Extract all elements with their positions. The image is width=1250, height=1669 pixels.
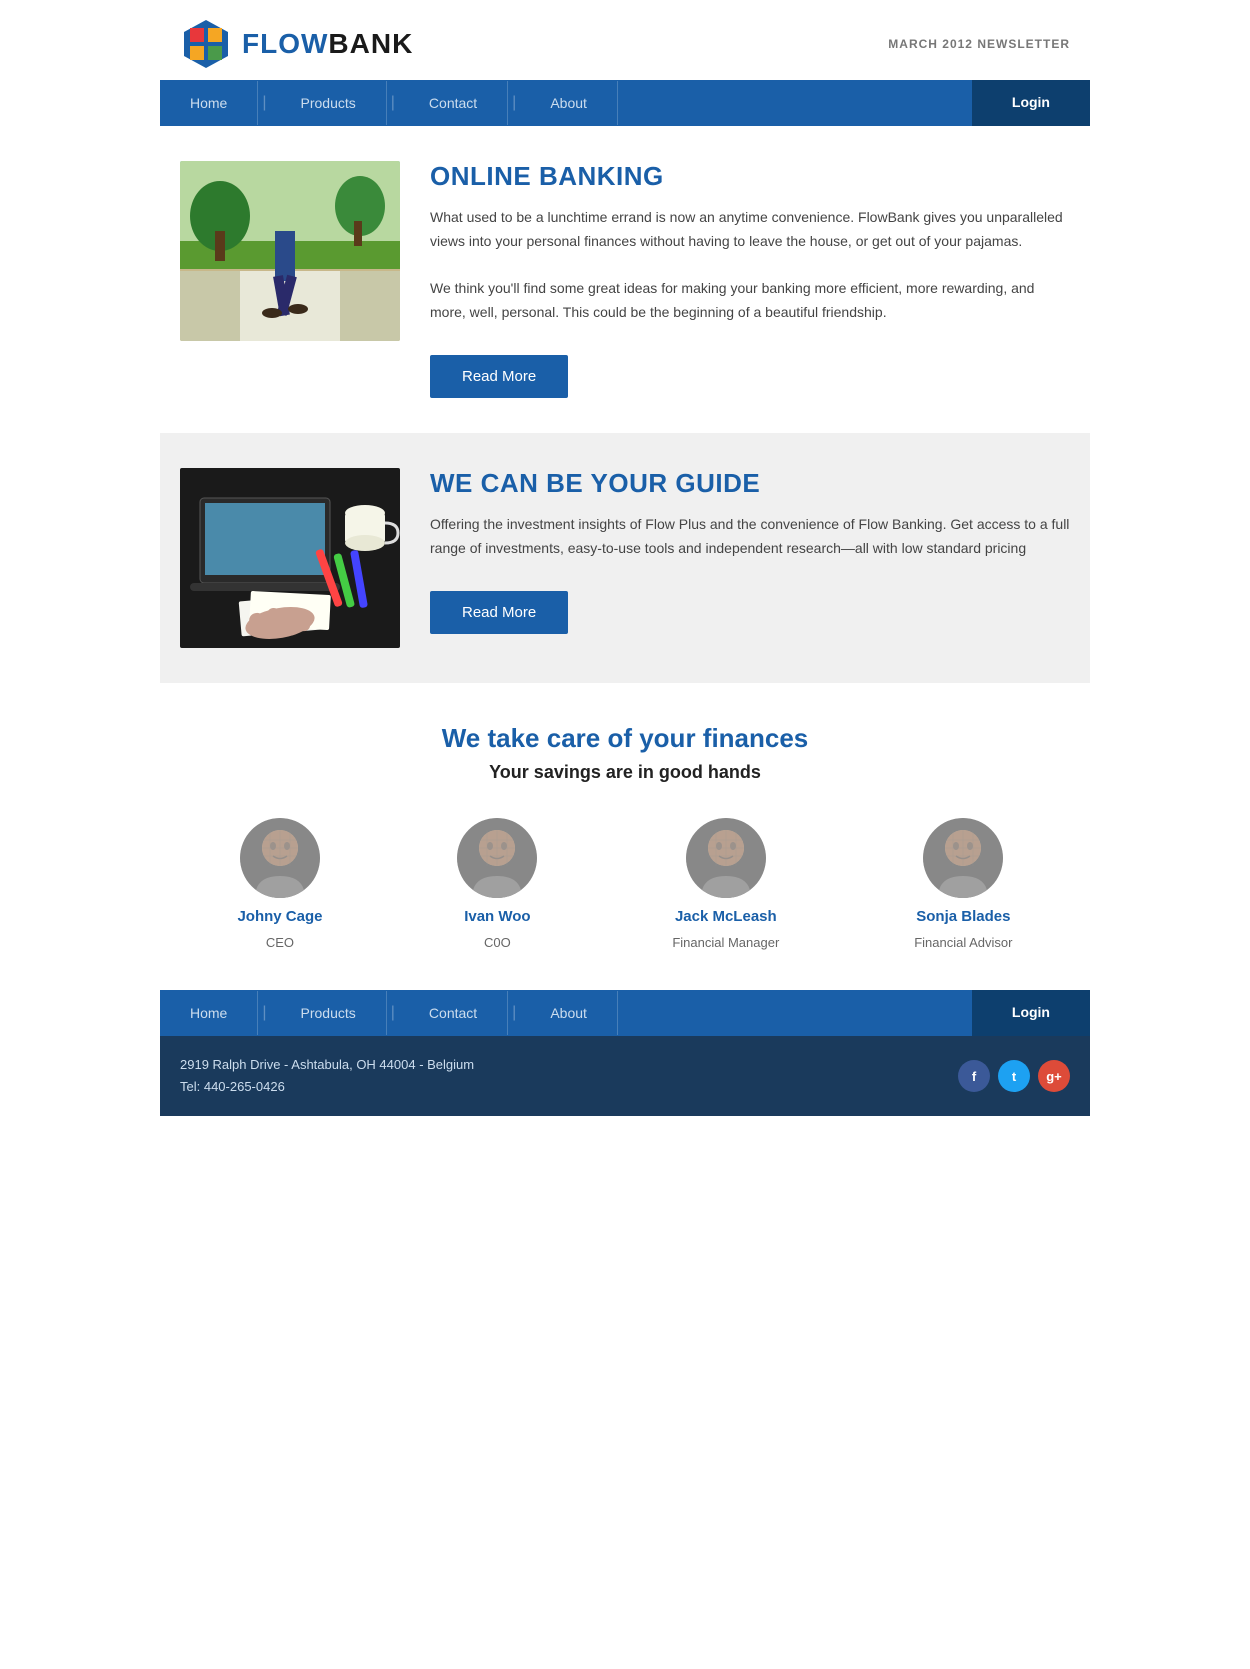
header: FLOWBANK MARCH 2012 NEWSLETTER	[160, 0, 1090, 80]
logo-icon	[180, 18, 232, 70]
team-member-4: Sonja Blades Financial Advisor	[914, 818, 1012, 950]
guide-image	[180, 468, 400, 648]
nav-item-contact[interactable]: Contact	[399, 81, 508, 125]
nav-separator-2: |	[387, 80, 399, 126]
online-banking-section: ONLINE BANKING What used to be a lunchti…	[160, 126, 1090, 433]
guide-image-svg	[180, 468, 400, 648]
team-role-3: Financial Manager	[672, 935, 779, 950]
avatar-sonja-blades	[923, 818, 1003, 898]
top-navbar: Home | Products | Contact | About Login	[160, 80, 1090, 126]
nav-login-button[interactable]: Login	[972, 80, 1090, 126]
googleplus-icon[interactable]: g+	[1038, 1060, 1070, 1092]
facebook-icon[interactable]: f	[958, 1060, 990, 1092]
nav-item-about[interactable]: About	[520, 81, 618, 125]
team-grid: Johny Cage CEO	[180, 818, 1070, 950]
online-banking-image	[180, 161, 400, 341]
nav-items-left: Home | Products | Contact | About	[160, 80, 972, 126]
footer-nav-item-products[interactable]: Products	[271, 991, 387, 1035]
footer-nav-separator-2: |	[387, 990, 399, 1036]
team-name-2: Ivan Woo	[464, 908, 530, 925]
team-subheadline: Your savings are in good hands	[180, 762, 1070, 783]
footer-nav-separator-1: |	[258, 990, 270, 1036]
avatar-johny-cage	[240, 818, 320, 898]
social-icons: f t g+	[958, 1060, 1070, 1092]
team-member-1: Johny Cage CEO	[237, 818, 322, 950]
online-banking-title: ONLINE BANKING	[430, 161, 1070, 192]
team-role-1: CEO	[266, 935, 294, 950]
footer-login-button[interactable]: Login	[972, 990, 1090, 1036]
online-banking-body: What used to be a lunchtime errand is no…	[430, 206, 1070, 325]
team-role-2: C0O	[484, 935, 511, 950]
avatar-ivan-woo	[457, 818, 537, 898]
online-banking-read-more-button[interactable]: Read More	[430, 355, 568, 398]
team-section: We take care of your finances Your savin…	[160, 683, 1090, 990]
team-headline: We take care of your finances	[180, 723, 1070, 754]
footer-nav-item-home[interactable]: Home	[160, 991, 258, 1035]
nav-item-home[interactable]: Home	[160, 81, 258, 125]
team-member-3: Jack McLeash Financial Manager	[672, 818, 779, 950]
twitter-icon[interactable]: t	[998, 1060, 1030, 1092]
avatar-jack-mcleash	[686, 818, 766, 898]
team-name-1: Johny Cage	[237, 908, 322, 925]
team-member-2: Ivan Woo C0O	[457, 818, 537, 950]
footer-bottom: 2919 Ralph Drive - Ashtabula, OH 44004 -…	[160, 1036, 1090, 1116]
footer-address: 2919 Ralph Drive - Ashtabula, OH 44004 -…	[180, 1054, 474, 1098]
newsletter-label: MARCH 2012 NEWSLETTER	[888, 37, 1070, 51]
logo: FLOWBANK	[180, 18, 413, 70]
guide-read-more-button[interactable]: Read More	[430, 591, 568, 634]
footer-nav-item-about[interactable]: About	[520, 991, 618, 1035]
footer-nav-separator-3: |	[508, 990, 520, 1036]
footer-navbar: Home | Products | Contact | About Login	[160, 990, 1090, 1036]
footer-nav-item-contact[interactable]: Contact	[399, 991, 508, 1035]
team-role-4: Financial Advisor	[914, 935, 1012, 950]
team-name-4: Sonja Blades	[916, 908, 1010, 925]
team-name-3: Jack McLeash	[675, 908, 777, 925]
guide-title: WE CAN BE YOUR GUIDE	[430, 468, 1070, 499]
online-banking-content: ONLINE BANKING What used to be a lunchti…	[430, 161, 1070, 398]
guide-section: WE CAN BE YOUR GUIDE Offering the invest…	[160, 433, 1090, 683]
guide-content: WE CAN BE YOUR GUIDE Offering the invest…	[430, 468, 1070, 634]
nav-item-products[interactable]: Products	[271, 81, 387, 125]
guide-body: Offering the investment insights of Flow…	[430, 513, 1070, 561]
footer-nav-items-left: Home | Products | Contact | About	[160, 990, 972, 1036]
nav-separator-1: |	[258, 80, 270, 126]
walking-image-svg	[180, 161, 400, 341]
logo-text: FLOWBANK	[242, 28, 413, 60]
nav-separator-3: |	[508, 80, 520, 126]
